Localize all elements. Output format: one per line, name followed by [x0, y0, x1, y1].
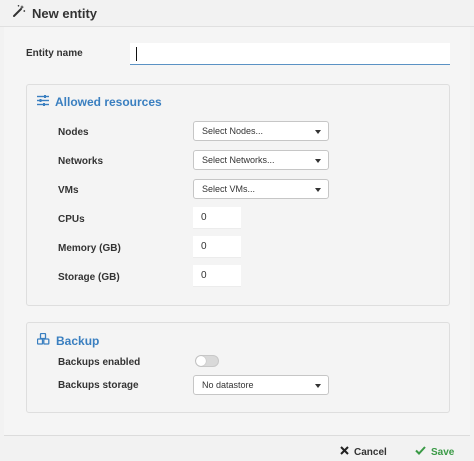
cpus-label: CPUs — [58, 214, 85, 225]
cancel-label: Cancel — [354, 446, 387, 458]
networks-select[interactable]: Select Networks... — [193, 150, 329, 170]
allowed-resources-panel: Allowed resources Nodes Select Nodes... … — [26, 84, 450, 306]
backups-storage-value: No datastore — [202, 380, 254, 390]
nodes-label: Nodes — [58, 127, 89, 138]
memory-label: Memory (GB) — [58, 243, 121, 254]
allowed-resources-heading: Allowed resources — [37, 95, 162, 109]
text-cursor — [136, 47, 137, 61]
memory-input[interactable] — [193, 236, 241, 258]
footer-divider — [4, 435, 470, 436]
save-label: Save — [431, 446, 455, 458]
entity-name-label: Entity name — [26, 48, 83, 59]
nodes-select[interactable]: Select Nodes... — [193, 121, 329, 141]
cancel-button[interactable]: Cancel — [340, 446, 387, 458]
dialog-header: New entity — [0, 0, 474, 26]
cubes-icon — [36, 332, 50, 348]
sliders-icon — [37, 95, 49, 109]
backup-heading: Backup — [36, 332, 100, 348]
dialog-title: New entity — [32, 5, 98, 21]
chevron-down-icon — [315, 130, 321, 134]
backups-storage-label: Backups storage — [58, 380, 139, 391]
vms-select[interactable]: Select VMs... — [193, 179, 329, 199]
backups-enabled-toggle[interactable] — [195, 355, 219, 367]
chevron-down-icon — [315, 384, 321, 388]
storage-input[interactable] — [193, 265, 241, 287]
allowed-resources-title: Allowed resources — [55, 95, 162, 109]
nodes-select-value: Select Nodes... — [202, 126, 264, 136]
magic-wand-icon — [12, 4, 26, 23]
backup-title: Backup — [56, 333, 100, 348]
new-entity-dialog: New entity Entity name Allowed resources… — [0, 0, 474, 461]
storage-label: Storage (GB) — [58, 272, 120, 283]
chevron-down-icon — [315, 188, 321, 192]
save-button[interactable]: Save — [415, 446, 454, 458]
backup-panel: Backup Backups enabled Backups storage N… — [26, 322, 450, 413]
cpus-input[interactable] — [193, 207, 241, 229]
networks-label: Networks — [58, 156, 104, 167]
check-icon — [415, 446, 426, 458]
networks-select-value: Select Networks... — [202, 155, 275, 165]
vms-label: VMs — [58, 185, 79, 196]
backups-enabled-label: Backups enabled — [58, 357, 141, 368]
chevron-down-icon — [315, 159, 321, 163]
entity-name-input[interactable] — [130, 43, 450, 65]
vms-select-value: Select VMs... — [202, 184, 256, 194]
close-icon — [340, 446, 349, 458]
toggle-knob — [196, 356, 206, 366]
backups-storage-select[interactable]: No datastore — [193, 375, 329, 395]
